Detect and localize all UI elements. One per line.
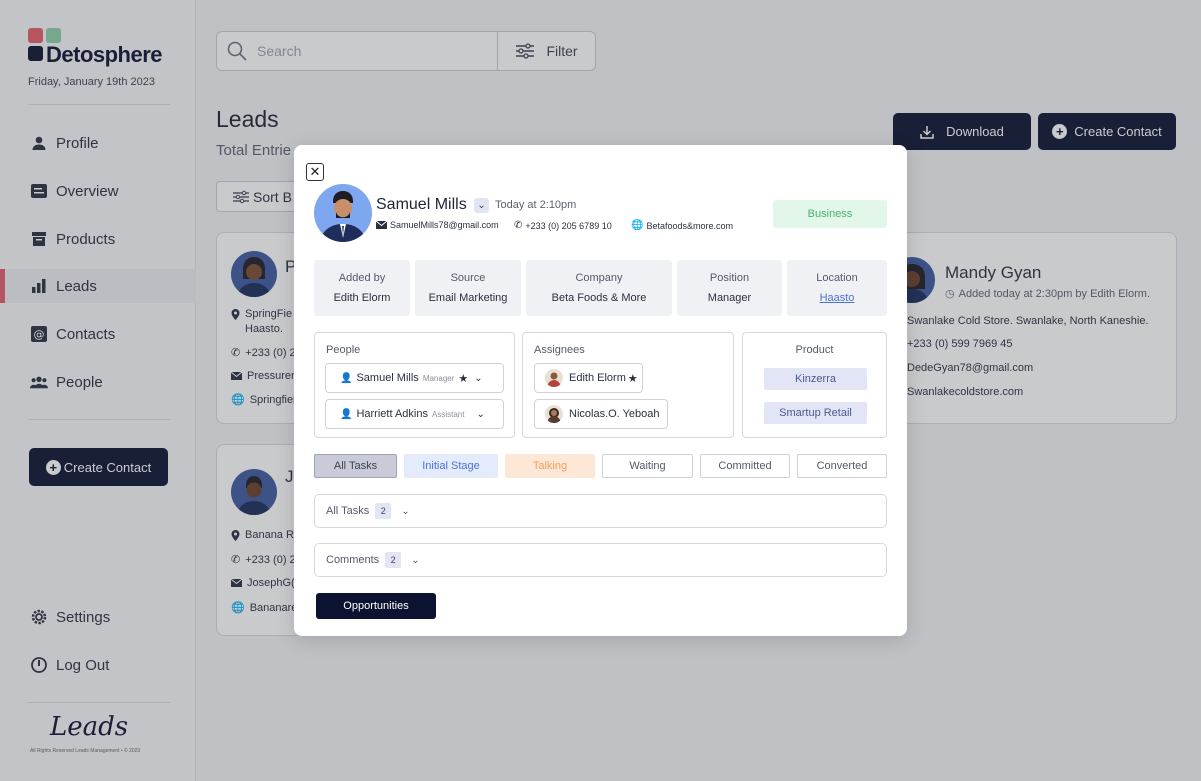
close-button[interactable]: ✕ [306, 163, 324, 181]
chevron-down-icon: ⌄ [401, 505, 410, 517]
count-badge: 2 [385, 552, 402, 568]
accordion-label: Comments [326, 554, 380, 566]
star-icon: ★ [458, 372, 469, 385]
chevron-down-icon: ⌄ [476, 408, 485, 420]
people-panel: People 👤 Samuel Mills Manager ★ ⌄ 👤 Harr… [314, 332, 515, 438]
all-tasks-accordion[interactable]: All Tasks 2 ⌄ [314, 494, 887, 528]
info-company: Company Beta Foods & More [526, 260, 672, 316]
user-icon: 👤 [340, 372, 353, 384]
chevron-down-icon: ⌄ [477, 200, 486, 211]
info-label: Company [575, 272, 623, 284]
tab-initial-stage[interactable]: Initial Stage [404, 454, 498, 478]
panel-title: Assignees [534, 344, 585, 356]
contact-time: Today at 2:10pm [495, 199, 577, 211]
chevron-down-icon: ⌄ [411, 554, 420, 566]
people-select[interactable]: 👤 Harriett Adkins Assistant ⌄ [325, 399, 504, 429]
people-select[interactable]: 👤 Samuel Mills Manager ★ ⌄ [325, 363, 504, 393]
tab-converted[interactable]: Converted [797, 454, 887, 478]
info-label: Source [450, 272, 486, 284]
tab-committed[interactable]: Committed [700, 454, 790, 478]
info-value: Manager [707, 292, 752, 304]
person-role: Assistant [431, 409, 465, 419]
assignees-panel: Assignees Edith Elorm ★ Nicolas.O. Yeboa… [522, 332, 734, 438]
info-label: Location [816, 272, 858, 284]
contact-email-value: SamuelMills78@gmail.com [390, 220, 499, 230]
panel-title: Product [795, 344, 834, 356]
globe-icon: 🌐 [631, 220, 644, 231]
count-badge: 2 [375, 503, 392, 519]
close-icon: ✕ [309, 164, 321, 179]
info-label: Position [709, 272, 750, 284]
info-value: Haasto [787, 292, 887, 304]
assignee-chip[interactable]: Edith Elorm ★ [534, 363, 643, 393]
panel-title: People [326, 344, 361, 356]
person-name: Samuel Mills [356, 372, 419, 384]
comments-accordion[interactable]: Comments 2 ⌄ [314, 543, 887, 577]
info-value: Email Marketing [428, 292, 508, 304]
product-tag[interactable]: Smartup Retail [764, 402, 867, 424]
person-role: Manager [422, 373, 455, 383]
contact-phone-value: +233 (0) 205 6789 10 [525, 220, 612, 231]
mail-icon [376, 221, 387, 229]
tab-waiting[interactable]: Waiting [602, 454, 693, 478]
accordion-label: All Tasks [326, 505, 370, 517]
contact-dropdown[interactable]: ⌄ [474, 198, 489, 213]
contact-name: Samuel Mills [376, 196, 467, 213]
person-name: Harriett Adkins [356, 408, 428, 420]
info-label: Added by [338, 272, 386, 284]
assignee-chip[interactable]: Nicolas.O. Yeboah [534, 399, 668, 429]
info-value: Beta Foods & More [551, 292, 647, 304]
info-location: Location Haasto [787, 260, 887, 316]
avatar [314, 184, 372, 242]
info-value: Edith Elorm [333, 292, 391, 304]
contact-website-value: Betafoods&more.com [646, 220, 733, 231]
info-position: Position Manager [677, 260, 782, 316]
info-added-by: Added by Edith Elorm [314, 260, 410, 316]
product-tag[interactable]: Kinzerra [764, 368, 867, 390]
avatar [545, 369, 563, 387]
location-link[interactable]: Haasto [820, 292, 855, 304]
business-badge: Business [773, 200, 887, 228]
product-panel: Product Kinzerra Smartup Retail [742, 332, 887, 438]
lead-detail-modal: ✕ Samuel Mills ⌄ Today at 2:10pm SamuelM… [294, 145, 907, 636]
user-icon: 👤 [340, 408, 353, 420]
opportunities-button[interactable]: Opportunities [316, 593, 436, 619]
info-source: Source Email Marketing [415, 260, 521, 316]
contact-email[interactable]: SamuelMills78@gmail.com [376, 220, 499, 230]
chevron-down-icon: ⌄ [474, 372, 483, 384]
phone-icon: ✆ [514, 220, 523, 231]
assignee-name: Edith Elorm [569, 372, 626, 384]
contact-phone[interactable]: ✆ +233 (0) 205 6789 10 [514, 220, 612, 231]
assignee-name: Nicolas.O. Yeboah [569, 408, 660, 420]
tab-talking[interactable]: Talking [505, 454, 595, 478]
contact-website[interactable]: 🌐 Betafoods&more.com [631, 220, 733, 231]
star-icon: ★ [627, 372, 638, 385]
tab-all-tasks[interactable]: All Tasks [314, 454, 397, 478]
avatar [545, 405, 563, 423]
